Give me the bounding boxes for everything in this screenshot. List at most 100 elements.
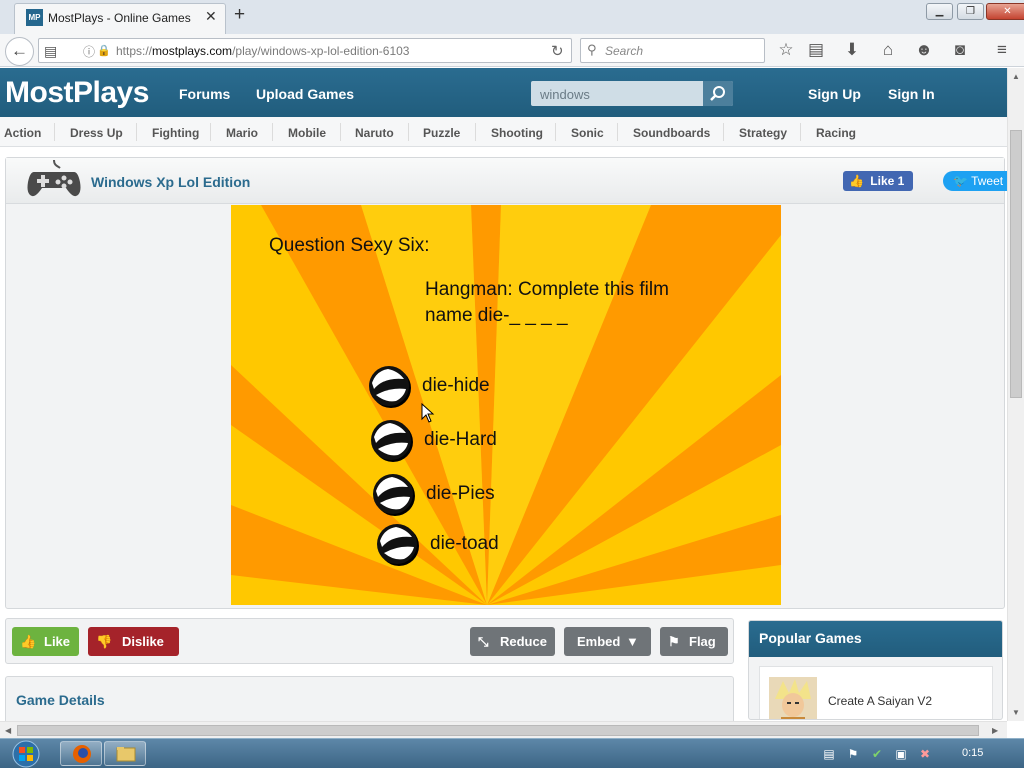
scroll-right-icon[interactable]: ▶	[992, 726, 998, 735]
reader-view-icon[interactable]: ▤	[44, 43, 57, 60]
nav-forums-link[interactable]: Forums	[179, 86, 230, 102]
taskbar-clock[interactable]: 0:15	[962, 747, 983, 759]
popular-game-item[interactable]: Create A Saiyan V2	[759, 666, 993, 719]
divider	[617, 123, 618, 141]
category-soundboards[interactable]: Soundboards	[633, 126, 710, 140]
like-button[interactable]: 👍 Like	[12, 627, 79, 656]
category-mario[interactable]: Mario	[226, 126, 258, 140]
facebook-like-label: Like 1	[870, 174, 905, 188]
windows-start-icon[interactable]	[8, 740, 44, 768]
home-icon[interactable]: ⌂	[878, 40, 898, 60]
reduce-button[interactable]: ⤡ Reduce	[470, 627, 555, 656]
reload-icon[interactable]: ↻	[551, 42, 564, 60]
category-sonic[interactable]: Sonic	[571, 126, 604, 140]
twitter-bird-icon: 🐦	[953, 174, 968, 188]
tray-network-icon[interactable]: ▣	[894, 747, 908, 761]
hello-smiley-icon[interactable]: ☻	[914, 40, 934, 60]
browser-search-input[interactable]: ⚲ Search	[580, 38, 765, 63]
answer-ball-icon	[377, 524, 419, 566]
popular-games-title: Popular Games	[759, 630, 862, 646]
flag-icon: ⚑	[668, 634, 680, 649]
magnifier-icon	[710, 86, 725, 101]
tray-volume-muted-icon[interactable]: ✖	[918, 747, 932, 761]
category-fighting[interactable]: Fighting	[152, 126, 199, 140]
folder-icon	[116, 747, 136, 762]
category-action[interactable]: Action	[4, 126, 41, 140]
answer-label: die-Hard	[424, 429, 497, 450]
flag-label: Flag	[689, 634, 716, 649]
answer-ball-icon	[373, 474, 415, 516]
sign-in-link[interactable]: Sign In	[888, 86, 935, 102]
back-arrow-icon[interactable]: ←	[5, 37, 34, 66]
search-icon: ⚲	[587, 42, 597, 57]
site-search-button[interactable]	[703, 81, 733, 106]
site-info-icon[interactable]: ⓘ	[83, 43, 95, 60]
horizontal-scrollbar[interactable]: ◀ ▶	[0, 721, 1007, 738]
dislike-button[interactable]: 👎 Dislike	[88, 627, 179, 656]
divider	[210, 123, 211, 141]
category-racing[interactable]: Racing	[816, 126, 856, 140]
answer-ball-icon	[369, 366, 411, 408]
thumbs-up-icon: 👍	[849, 174, 864, 188]
browser-tab[interactable]: MP MostPlays - Online Games ✕	[14, 3, 226, 34]
close-window-button[interactable]: ✕	[986, 3, 1024, 20]
category-nav: Action Dress Up Fighting Mario Mobile Na…	[0, 117, 1007, 147]
flag-button[interactable]: ⚑ Flag	[660, 627, 728, 656]
search-placeholder: Search	[605, 44, 644, 58]
browser-titlebar: MP MostPlays - Online Games ✕ + ▁ ❐ ✕	[0, 0, 1024, 34]
answer-ball-icon	[371, 420, 413, 462]
mouse-cursor-icon	[421, 403, 435, 423]
url-text[interactable]: https://mostplays.com/play/windows-xp-lo…	[116, 44, 409, 58]
taskbar-firefox[interactable]	[60, 741, 102, 766]
tray-flag-icon[interactable]: ⚑	[846, 747, 860, 761]
scroll-down-icon[interactable]: ▼	[1012, 708, 1020, 717]
tweet-label: Tweet	[971, 174, 1004, 188]
answer-label: die-toad	[430, 533, 499, 554]
restore-window-button[interactable]: ❐	[957, 3, 984, 20]
url-prefix: https://	[116, 44, 153, 58]
tweet-button[interactable]: 🐦 Tweet	[943, 171, 1013, 191]
tray-security-icon[interactable]: ✔	[870, 747, 884, 761]
category-puzzle[interactable]: Puzzle	[423, 126, 460, 140]
nav-upload-games-link[interactable]: Upload Games	[256, 86, 354, 102]
reduce-label: Reduce	[500, 634, 547, 649]
new-tab-icon[interactable]: +	[234, 4, 245, 26]
category-strategy[interactable]: Strategy	[739, 126, 787, 140]
tab-close-icon[interactable]: ✕	[205, 8, 217, 25]
address-bar[interactable]: ▤ ⓘ 🔒 https://mostplays.com/play/windows…	[38, 38, 572, 63]
bookmark-star-icon[interactable]: ☆	[776, 40, 796, 60]
game-panel: Windows Xp Lol Edition 👍 Like 1 🐦 Tweet	[5, 157, 1013, 609]
site-logo[interactable]: MostPlays	[5, 76, 149, 110]
downloads-icon[interactable]: ⬇	[842, 40, 862, 60]
category-mobile[interactable]: Mobile	[288, 126, 326, 140]
popular-game-name: Create A Saiyan V2	[828, 694, 933, 708]
taskbar-explorer[interactable]	[104, 741, 146, 766]
site-search-value: windows	[540, 87, 590, 102]
sign-up-link[interactable]: Sign Up	[808, 86, 861, 102]
dislike-label: Dislike	[122, 634, 164, 649]
embed-button[interactable]: Embed ▼	[564, 627, 651, 656]
url-host: mostplays.com	[152, 44, 233, 58]
category-shooting[interactable]: Shooting	[491, 126, 543, 140]
horizontal-scroll-thumb[interactable]	[17, 725, 979, 736]
game-canvas[interactable]: Question Sexy Six: Hangman: Complete thi…	[231, 205, 781, 605]
category-naruto[interactable]: Naruto	[355, 126, 394, 140]
vertical-scrollbar[interactable]: ▲ ▼	[1007, 68, 1024, 721]
scroll-up-icon[interactable]: ▲	[1012, 72, 1020, 81]
scroll-left-icon[interactable]: ◀	[5, 726, 11, 735]
category-dress-up[interactable]: Dress Up	[70, 126, 123, 140]
game-title-bar: Windows Xp Lol Edition 👍 Like 1 🐦 Tweet	[6, 158, 1013, 204]
divider	[723, 123, 724, 141]
minimize-window-button[interactable]: ▁	[926, 3, 953, 20]
shrink-arrows-icon: ⤡	[478, 634, 489, 649]
vertical-scroll-thumb[interactable]	[1010, 130, 1022, 398]
firefox-icon	[73, 745, 91, 763]
pocket-icon[interactable]: ◙	[950, 40, 970, 60]
popular-games-header: Popular Games	[749, 621, 1002, 657]
bookmarks-library-icon[interactable]: ▤	[806, 40, 826, 60]
divider	[54, 123, 55, 141]
game-details-box: Game Details	[5, 676, 734, 726]
tray-document-icon[interactable]: ▤	[822, 747, 836, 761]
menu-hamburger-icon[interactable]: ≡	[992, 40, 1012, 60]
facebook-like-button[interactable]: 👍 Like 1	[843, 171, 913, 191]
